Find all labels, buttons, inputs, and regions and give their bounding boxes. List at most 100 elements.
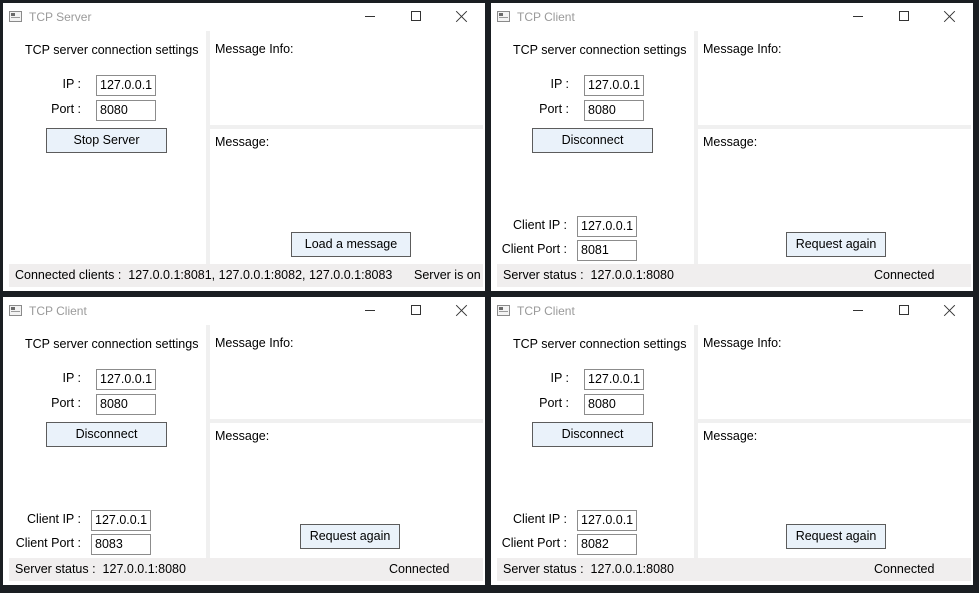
client-ip-input[interactable]: 127.0.0.1 — [577, 510, 637, 531]
client-port-label: Client Port : — [501, 242, 567, 256]
server-status: Server status : 127.0.0.1:8080 — [15, 562, 186, 576]
vertical-splitter[interactable] — [694, 31, 698, 264]
minimize-icon — [853, 16, 863, 17]
app-icon — [9, 305, 22, 316]
ip-input[interactable]: 127.0.0.1 — [584, 75, 644, 96]
status-label: Server status : — [15, 562, 96, 576]
ip-label: IP : — [550, 77, 569, 91]
connection-state: Connected — [389, 562, 450, 576]
title-bar[interactable]: TCP Client — [3, 297, 485, 325]
settings-panel: TCP server connection settings IP : 127.… — [497, 31, 694, 264]
app-icon — [9, 11, 22, 22]
status-value: 127.0.0.1:8080 — [590, 562, 674, 576]
vertical-splitter[interactable] — [206, 31, 210, 264]
port-input[interactable]: 8080 — [584, 100, 644, 121]
window-title: TCP Server — [29, 10, 92, 24]
status-value: 127.0.0.1:8080 — [590, 268, 674, 282]
minimize-button[interactable] — [835, 297, 881, 325]
close-icon — [454, 9, 469, 24]
settings-title: TCP server connection settings — [25, 337, 199, 351]
load-message-button[interactable]: Load a message — [291, 232, 411, 257]
window-title: TCP Client — [29, 304, 87, 318]
maximize-icon — [899, 305, 909, 315]
window-content: TCP server connection settings IP : 127.… — [9, 325, 483, 581]
maximize-icon — [411, 305, 421, 315]
close-button[interactable] — [927, 297, 973, 325]
request-again-button[interactable]: Request again — [300, 524, 400, 549]
message-label: Message: — [215, 135, 270, 149]
close-button[interactable] — [439, 3, 485, 31]
minimize-button[interactable] — [835, 3, 881, 31]
status-label: Server status : — [503, 562, 584, 576]
request-again-button[interactable]: Request again — [786, 524, 886, 549]
client-ip-input[interactable]: 127.0.0.1 — [577, 216, 637, 237]
horizontal-splitter[interactable] — [210, 125, 483, 129]
minimize-button[interactable] — [347, 297, 393, 325]
client-port-label: Client Port : — [15, 536, 81, 550]
window-title: TCP Client — [517, 10, 575, 24]
disconnect-button[interactable]: Disconnect — [46, 422, 167, 447]
horizontal-splitter[interactable] — [698, 125, 971, 129]
client-ip-input[interactable]: 127.0.0.1 — [91, 510, 151, 531]
client-ip-label: Client IP : — [27, 512, 81, 526]
title-bar[interactable]: TCP Server — [3, 3, 485, 31]
request-again-button[interactable]: Request again — [786, 232, 886, 257]
close-button[interactable] — [927, 3, 973, 31]
server-status: Server status : 127.0.0.1:8080 — [503, 562, 674, 576]
maximize-button[interactable] — [393, 297, 439, 325]
message-label: Message: — [703, 135, 758, 149]
window-content: TCP server connection settings IP : 127.… — [497, 31, 971, 287]
settings-panel: TCP server connection settings IP : 127.… — [9, 31, 206, 264]
close-icon — [454, 303, 469, 318]
close-button[interactable] — [439, 297, 485, 325]
vertical-splitter[interactable] — [694, 325, 698, 558]
port-input[interactable]: 8080 — [584, 394, 644, 415]
close-icon — [942, 9, 957, 24]
stop-server-button[interactable]: Stop Server — [46, 128, 167, 153]
message-info-label: Message Info: — [215, 336, 294, 350]
disconnect-button[interactable]: Disconnect — [532, 128, 653, 153]
client-window-1: TCP Client TCP server connection setting… — [491, 3, 973, 291]
app-icon — [497, 305, 510, 316]
ip-input[interactable]: 127.0.0.1 — [96, 75, 156, 96]
window-content: TCP server connection settings IP : 127.… — [9, 31, 483, 287]
server-status: Server status : 127.0.0.1:8080 — [503, 268, 674, 282]
port-label: Port : — [539, 396, 569, 410]
client-port-input[interactable]: 8082 — [577, 534, 637, 555]
message-label: Message: — [703, 429, 758, 443]
ip-input[interactable]: 127.0.0.1 — [96, 369, 156, 390]
window-title: TCP Client — [517, 304, 575, 318]
disconnect-button[interactable]: Disconnect — [532, 422, 653, 447]
settings-title: TCP server connection settings — [513, 337, 687, 351]
maximize-icon — [411, 11, 421, 21]
maximize-button[interactable] — [881, 3, 927, 31]
vertical-splitter[interactable] — [206, 325, 210, 558]
connection-state: Connected — [874, 268, 935, 282]
minimize-button[interactable] — [347, 3, 393, 31]
status-label: Server status : — [503, 268, 584, 282]
message-info-label: Message Info: — [215, 42, 294, 56]
status-bar: Server status : 127.0.0.1:8080 Connected — [9, 558, 483, 581]
ip-input[interactable]: 127.0.0.1 — [584, 369, 644, 390]
port-input[interactable]: 8080 — [96, 394, 156, 415]
ip-label: IP : — [62, 77, 81, 91]
client-port-input[interactable]: 8081 — [577, 240, 637, 261]
client-port-input[interactable]: 8083 — [91, 534, 151, 555]
minimize-icon — [365, 16, 375, 17]
port-input[interactable]: 8080 — [96, 100, 156, 121]
window-content: TCP server connection settings IP : 127.… — [497, 325, 971, 581]
status-bar: Server status : 127.0.0.1:8080 Connected — [497, 558, 971, 581]
maximize-button[interactable] — [881, 297, 927, 325]
minimize-icon — [365, 310, 375, 311]
client-window-2: TCP Client TCP server connection setting… — [3, 297, 485, 585]
title-bar[interactable]: TCP Client — [491, 3, 973, 31]
message-info-label: Message Info: — [703, 42, 782, 56]
settings-panel: TCP server connection settings IP : 127.… — [497, 325, 694, 558]
status-bar: Connected clients : 127.0.0.1:8081, 127.… — [9, 264, 483, 287]
maximize-button[interactable] — [393, 3, 439, 31]
title-bar[interactable]: TCP Client — [491, 297, 973, 325]
horizontal-splitter[interactable] — [698, 419, 971, 423]
port-label: Port : — [51, 102, 81, 116]
status-label: Connected clients : — [15, 268, 122, 282]
horizontal-splitter[interactable] — [210, 419, 483, 423]
